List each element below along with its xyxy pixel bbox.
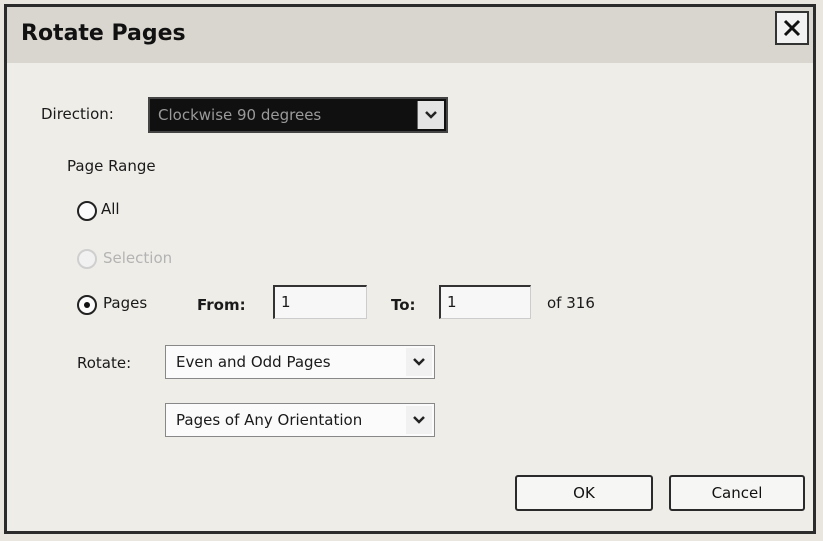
dialog-title: Rotate Pages [21,21,186,46]
to-page-value: 1 [447,293,457,311]
radio-pages-label[interactable]: Pages [103,294,147,312]
cancel-button[interactable]: Cancel [669,475,805,511]
radio-all-label[interactable]: All [101,200,120,218]
radio-all[interactable] [77,201,97,221]
orientation-dropdown[interactable]: Pages of Any Orientation [165,403,435,437]
ok-button[interactable]: OK [515,475,653,511]
close-icon [782,18,802,38]
to-page-input[interactable]: 1 [439,285,531,319]
direction-label: Direction: [41,105,114,123]
radio-pages[interactable] [77,295,97,315]
radio-selection [77,249,97,269]
rotate-pages-value: Even and Odd Pages [176,353,331,371]
from-page-value: 1 [281,293,291,311]
direction-value: Clockwise 90 degrees [158,106,322,124]
close-button[interactable] [775,11,809,45]
from-label: From: [197,296,246,314]
page-range-label: Page Range [67,157,156,175]
rotate-label: Rotate: [77,354,132,372]
chevron-down-icon[interactable] [417,101,444,129]
title-bar: Rotate Pages [7,7,813,63]
radio-selection-label: Selection [103,249,173,267]
page-count-label: of 316 [547,294,595,312]
rotate-pages-dialog: Rotate Pages Direction: Clockwise 90 deg… [4,4,816,534]
dialog-body: Direction: Clockwise 90 degrees Page Ran… [7,63,813,531]
direction-dropdown[interactable]: Clockwise 90 degrees [148,97,448,133]
from-page-input[interactable]: 1 [273,285,367,319]
rotate-pages-dropdown[interactable]: Even and Odd Pages [165,345,435,379]
orientation-value: Pages of Any Orientation [176,411,363,429]
chevron-down-icon[interactable] [406,406,432,434]
chevron-down-icon[interactable] [406,348,432,376]
to-label: To: [391,296,416,314]
